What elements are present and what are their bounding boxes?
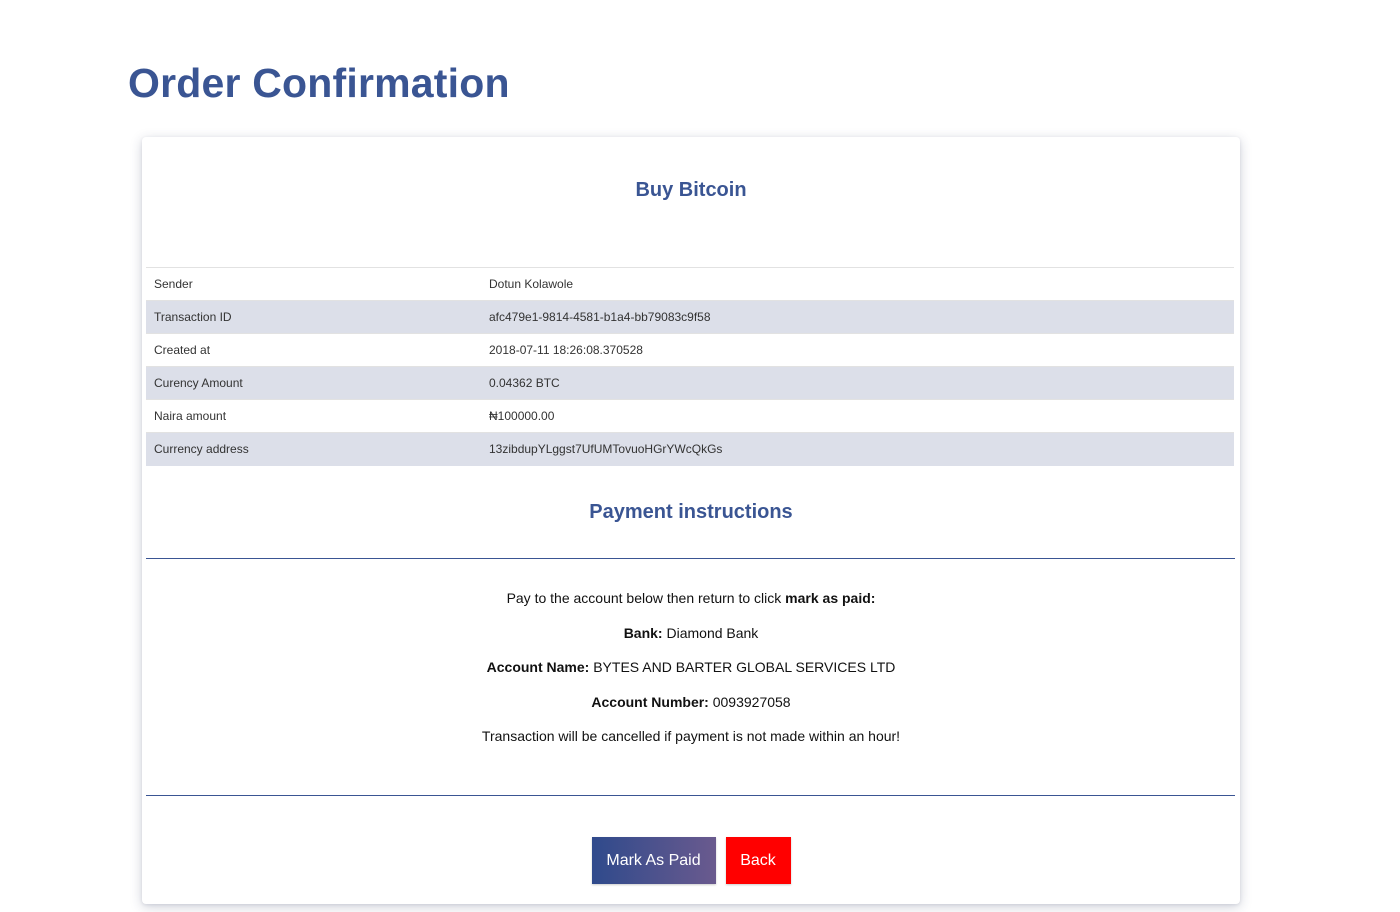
divider <box>146 795 1235 796</box>
row-value: Dotun Kolawole <box>481 267 1234 301</box>
bank-line: Bank: Diamond Bank <box>142 625 1240 641</box>
action-buttons: Mark As Paid Back <box>142 837 1240 884</box>
row-label: Created at <box>146 333 481 367</box>
payment-instructions: Pay to the account below then return to … <box>142 590 1240 763</box>
row-label: Currency address <box>146 432 481 466</box>
cancellation-warning: Transaction will be cancelled if payment… <box>481 728 901 744</box>
row-label: Curency Amount <box>146 366 481 400</box>
account-number-line: Account Number: 0093927058 <box>142 694 1240 710</box>
row-value: afc479e1-9814-4581-b1a4-bb79083c9f58 <box>481 300 1234 334</box>
table-row-naira-amount: Naira amount ₦100000.00 <box>146 399 1234 433</box>
back-button[interactable]: Back <box>725 837 791 884</box>
mark-as-paid-button[interactable]: Mark As Paid <box>591 837 716 884</box>
payment-instructions-title: Payment instructions <box>589 501 793 523</box>
table-row-transaction-id: Transaction ID afc479e1-9814-4581-b1a4-b… <box>146 300 1234 334</box>
order-details-table: Sender Dotun Kolawole Transaction ID afc… <box>146 267 1234 466</box>
bank-label: Bank: <box>623 624 663 641</box>
row-label: Sender <box>146 267 481 301</box>
table-row-currency-address: Currency address 13zibdupYLggst7UfUMTovu… <box>146 432 1234 466</box>
account-name-label: Account Name: <box>486 659 590 675</box>
row-value: 13zibdupYLggst7UfUMTovuoHGrYWcQkGs <box>481 432 1234 466</box>
account-number-label: Account Number: <box>591 693 709 710</box>
instruction-intro: Pay to the account below then return to … <box>142 590 1240 606</box>
account-name-line: Account Name: BYTES AND BARTER GLOBAL SE… <box>142 659 1240 675</box>
order-card: Buy Bitcoin Sender Dotun Kolawole Transa… <box>142 137 1240 904</box>
intro-text: Pay to the account below then return to … <box>506 590 782 606</box>
row-value: 2018-07-11 18:26:08.370528 <box>481 333 1234 367</box>
bank-value: Diamond Bank <box>666 624 759 641</box>
page-title: Order Confirmation <box>128 60 510 106</box>
table-row-created-at: Created at 2018-07-11 18:26:08.370528 <box>146 333 1234 367</box>
account-number-value: 0093927058 <box>712 693 791 710</box>
intro-bold-text: mark as paid: <box>785 590 876 606</box>
row-value: ₦100000.00 <box>481 399 1234 433</box>
card-title: Buy Bitcoin <box>635 179 747 201</box>
row-label: Transaction ID <box>146 300 481 334</box>
table-row-currency-amount: Curency Amount 0.04362 BTC <box>146 366 1234 400</box>
row-value: 0.04362 BTC <box>481 366 1234 400</box>
divider <box>146 558 1235 559</box>
row-label: Naira amount <box>146 399 481 433</box>
table-row-sender: Sender Dotun Kolawole <box>146 267 1234 301</box>
account-name-value: BYTES AND BARTER GLOBAL SERVICES LTD <box>593 659 896 675</box>
